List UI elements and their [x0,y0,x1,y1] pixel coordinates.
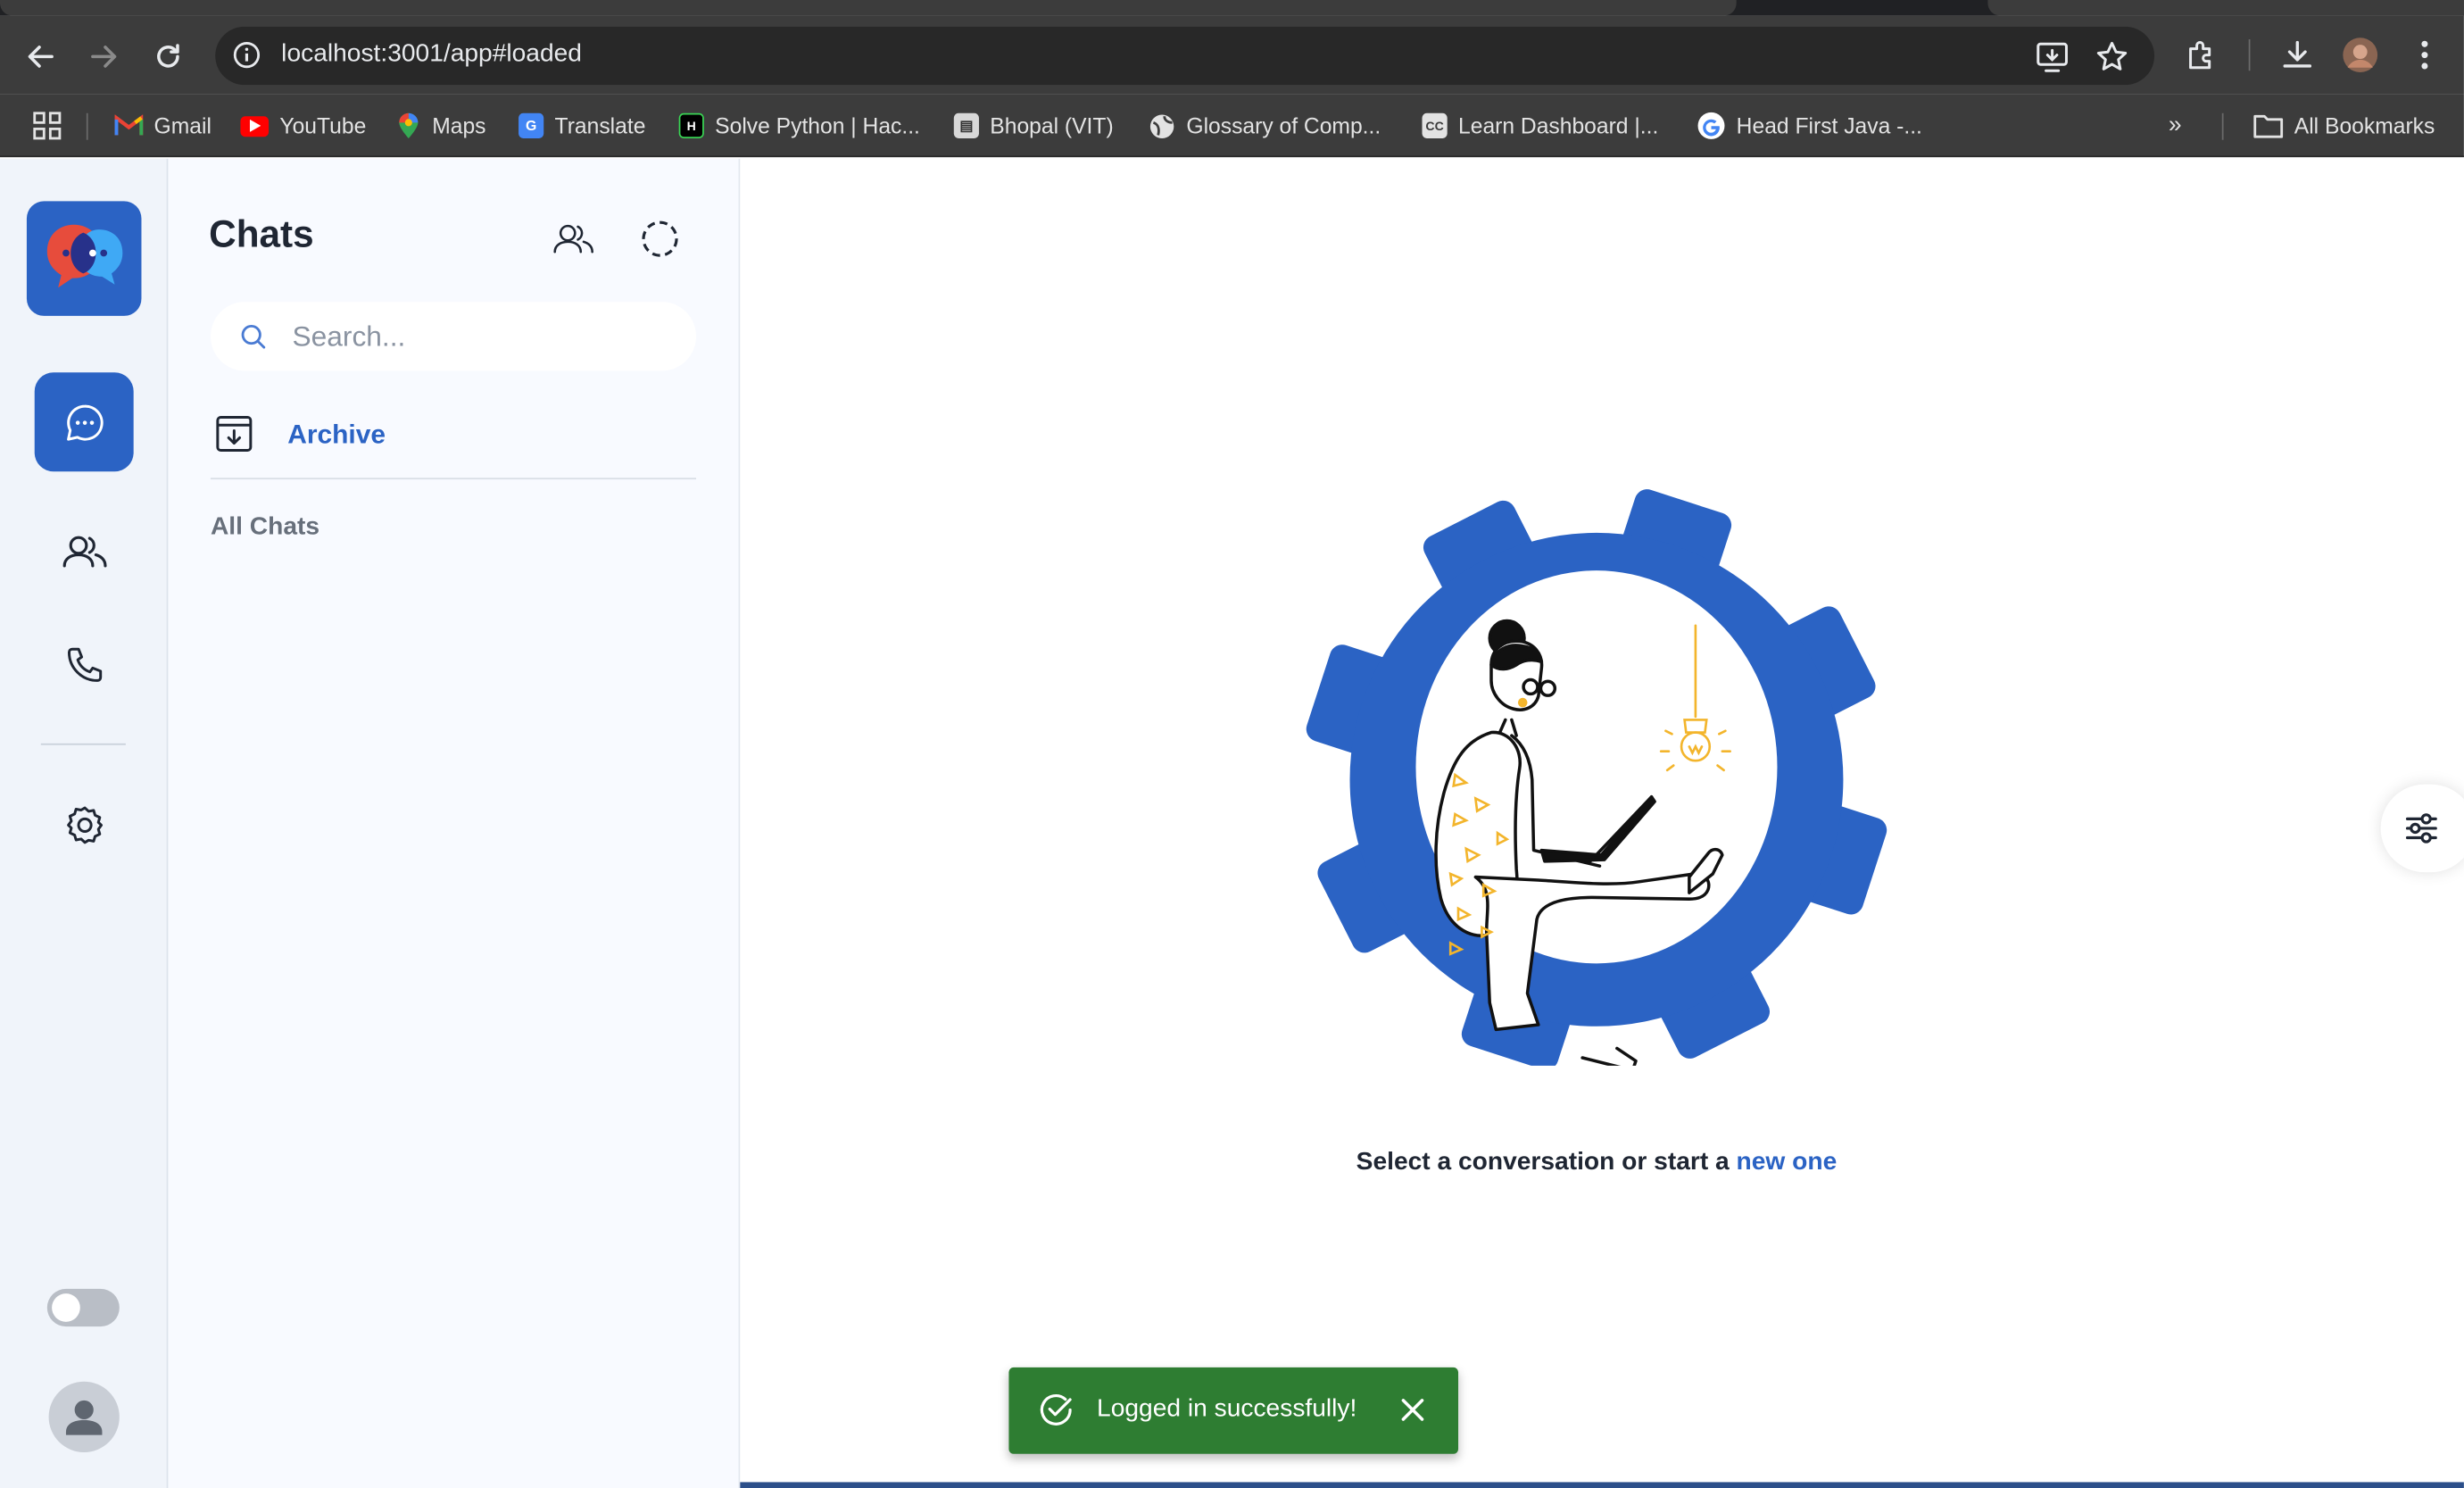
toggle-knob [52,1293,80,1322]
tab-strip [0,0,2464,16]
theme-toggle[interactable] [46,1288,120,1327]
close-icon[interactable] [1400,1397,1425,1430]
panel-title: Chats [209,213,314,257]
arrow-right-icon [91,46,117,68]
browser-menu-icon[interactable] [2406,36,2443,73]
bookmark-hackerrank[interactable]: H Solve Python | Hac... [678,110,920,141]
new-group-button[interactable] [552,217,595,261]
bookmark-translate[interactable]: G Translate [519,110,645,141]
search-box[interactable] [210,302,697,371]
nav-groups-button[interactable] [35,502,134,601]
all-chats-heading: All Chats [210,513,320,541]
chats-panel: Chats Archive All Chats [168,158,741,1488]
site-info-icon[interactable] [233,41,261,77]
cc-icon: CC [1422,112,1448,138]
bookmark-glossary[interactable]: Glossary of Comp... [1149,110,1381,141]
chat-bubble-icon [66,403,103,440]
bookmark-youtube[interactable]: YouTube [240,110,366,141]
gmail-icon [114,114,144,136]
empty-state-prompt: Select a conversation or start a new one [1356,1149,1838,1176]
bookmark-gmail[interactable]: Gmail [114,110,212,141]
panel-divider [210,478,697,480]
globe-icon [1149,113,1174,138]
browser-toolbar: localhost:3001/app#loaded [0,15,2464,95]
bookmark-divider [2221,112,2224,140]
check-circle-icon [1039,1392,1074,1435]
bookmark-maps[interactable]: Maps [396,110,485,141]
forward-button[interactable] [83,36,124,77]
reload-icon [157,44,179,68]
nav-rail [0,158,169,1488]
search-icon [239,322,268,358]
settings-drawer-tab[interactable] [2380,784,2464,873]
bookmarks-bar: Gmail YouTube Maps G Translate H Solve P… [0,94,2464,158]
users-icon [62,535,106,567]
bookmark-divider [86,112,88,140]
new-conversation-link[interactable]: new one [1737,1149,1838,1176]
sliders-icon [2405,813,2437,844]
dashed-circle-icon [642,220,678,257]
search-input[interactable] [292,314,670,359]
browser-tab[interactable] [1987,0,2464,16]
archive-button[interactable]: Archive [211,411,696,479]
bookmark-vit[interactable]: ▤ Bhopal (VIT) [953,110,1114,141]
url-text[interactable]: localhost:3001/app#loaded [281,41,582,70]
star-icon[interactable] [2095,39,2129,82]
extensions-icon[interactable] [2183,36,2220,73]
bookmark-head-first-java[interactable]: Head First Java -... [1697,110,1922,141]
app-logo [26,201,142,316]
user-avatar[interactable] [48,1381,120,1452]
youtube-icon [240,115,270,137]
hackerrank-icon: H [678,112,704,138]
users-icon [553,224,593,254]
archive-label: Archive [287,420,386,450]
reload-button[interactable] [148,36,189,77]
phone-icon [67,646,102,682]
chat-logo-icon [46,224,123,288]
address-bar[interactable]: localhost:3001/app#loaded [215,26,2155,86]
browser-tab[interactable] [0,0,1737,16]
person-icon [65,1400,103,1435]
all-bookmarks-button[interactable]: All Bookmarks [2253,110,2435,141]
back-button[interactable] [21,36,62,77]
status-button[interactable] [638,217,682,261]
bookmark-learn-dashboard[interactable]: CC Learn Dashboard |... [1422,110,1658,141]
nav-calls-button[interactable] [35,614,134,713]
nav-divider [40,743,126,745]
maps-icon [399,112,419,138]
profile-avatar-icon[interactable] [2342,36,2379,73]
install-app-icon[interactable] [2035,39,2070,82]
toolbar-divider [2248,39,2251,71]
apps-grid-icon[interactable] [31,110,62,149]
conversation-area: Select a conversation or start a new one [740,158,2464,1488]
google-icon [1697,112,1725,139]
vit-icon: ▤ [953,112,979,138]
arrow-left-icon [28,46,54,68]
toast-message: Logged in successfully! [1097,1395,1357,1423]
gear-icon [66,805,103,844]
archive-icon [213,413,254,462]
translate-icon: G [519,112,544,138]
more-bookmarks-icon[interactable]: » [2169,112,2182,138]
nav-chats-button[interactable] [34,372,134,472]
chat-app: Chats Archive All Chats [0,158,2464,1488]
success-toast: Logged in successfully! [1008,1367,1459,1454]
progress-bar [740,1482,2464,1488]
folder-icon [2253,114,2284,138]
empty-state-illustration [1306,489,1887,1066]
download-icon[interactable] [2278,36,2316,73]
nav-settings-button[interactable] [35,775,134,874]
